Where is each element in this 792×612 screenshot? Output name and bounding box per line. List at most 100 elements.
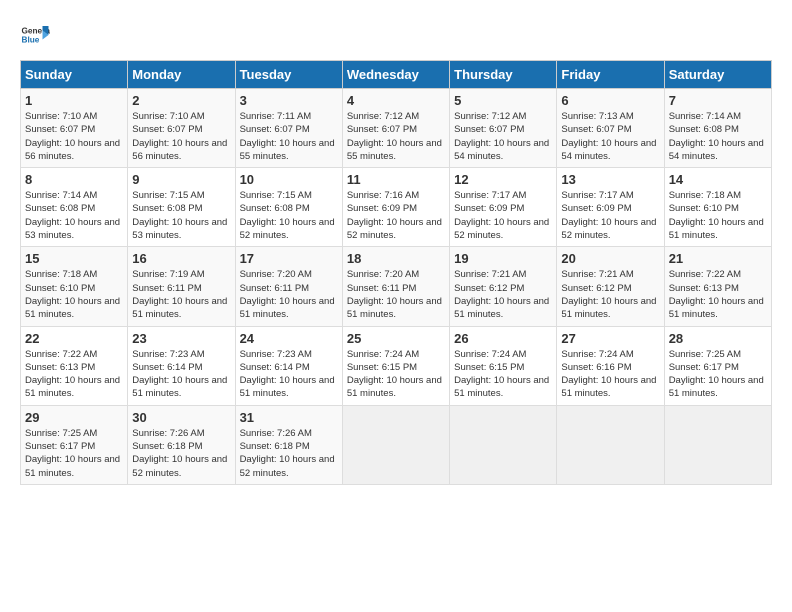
day-info: Sunrise: 7:10 AM Sunset: 6:07 PM Dayligh… bbox=[132, 110, 230, 163]
daylight-label: Daylight: 10 hours and 51 minutes. bbox=[240, 296, 335, 320]
day-info: Sunrise: 7:25 AM Sunset: 6:17 PM Dayligh… bbox=[669, 348, 767, 401]
day-number: 8 bbox=[25, 172, 123, 187]
sunrise-label: Sunrise: 7:15 AM bbox=[240, 190, 312, 201]
sunrise-label: Sunrise: 7:25 AM bbox=[25, 428, 97, 439]
sunrise-label: Sunrise: 7:22 AM bbox=[669, 269, 741, 280]
sunrise-label: Sunrise: 7:24 AM bbox=[561, 349, 633, 360]
day-number: 5 bbox=[454, 93, 552, 108]
sunset-label: Sunset: 6:15 PM bbox=[454, 362, 524, 373]
calendar-cell bbox=[664, 405, 771, 484]
calendar-cell: 28 Sunrise: 7:25 AM Sunset: 6:17 PM Dayl… bbox=[664, 326, 771, 405]
sunrise-label: Sunrise: 7:25 AM bbox=[669, 349, 741, 360]
calendar-cell: 14 Sunrise: 7:18 AM Sunset: 6:10 PM Dayl… bbox=[664, 168, 771, 247]
daylight-label: Daylight: 10 hours and 51 minutes. bbox=[25, 454, 120, 478]
day-info: Sunrise: 7:12 AM Sunset: 6:07 PM Dayligh… bbox=[454, 110, 552, 163]
sunrise-label: Sunrise: 7:22 AM bbox=[25, 349, 97, 360]
calendar-cell: 29 Sunrise: 7:25 AM Sunset: 6:17 PM Dayl… bbox=[21, 405, 128, 484]
day-number: 29 bbox=[25, 410, 123, 425]
sunrise-label: Sunrise: 7:24 AM bbox=[347, 349, 419, 360]
daylight-label: Daylight: 10 hours and 52 minutes. bbox=[240, 217, 335, 241]
calendar-cell bbox=[342, 405, 449, 484]
sunrise-label: Sunrise: 7:18 AM bbox=[669, 190, 741, 201]
calendar-cell: 26 Sunrise: 7:24 AM Sunset: 6:15 PM Dayl… bbox=[450, 326, 557, 405]
daylight-label: Daylight: 10 hours and 51 minutes. bbox=[561, 375, 656, 399]
sunrise-label: Sunrise: 7:12 AM bbox=[347, 111, 419, 122]
calendar-cell: 16 Sunrise: 7:19 AM Sunset: 6:11 PM Dayl… bbox=[128, 247, 235, 326]
day-info: Sunrise: 7:14 AM Sunset: 6:08 PM Dayligh… bbox=[669, 110, 767, 163]
daylight-label: Daylight: 10 hours and 54 minutes. bbox=[454, 138, 549, 162]
day-info: Sunrise: 7:25 AM Sunset: 6:17 PM Dayligh… bbox=[25, 427, 123, 480]
calendar-cell: 18 Sunrise: 7:20 AM Sunset: 6:11 PM Dayl… bbox=[342, 247, 449, 326]
daylight-label: Daylight: 10 hours and 53 minutes. bbox=[132, 217, 227, 241]
day-number: 3 bbox=[240, 93, 338, 108]
calendar-cell: 13 Sunrise: 7:17 AM Sunset: 6:09 PM Dayl… bbox=[557, 168, 664, 247]
sunrise-label: Sunrise: 7:19 AM bbox=[132, 269, 204, 280]
day-info: Sunrise: 7:17 AM Sunset: 6:09 PM Dayligh… bbox=[561, 189, 659, 242]
sunrise-label: Sunrise: 7:26 AM bbox=[132, 428, 204, 439]
day-number: 30 bbox=[132, 410, 230, 425]
calendar-cell: 3 Sunrise: 7:11 AM Sunset: 6:07 PM Dayli… bbox=[235, 89, 342, 168]
calendar-body: 1 Sunrise: 7:10 AM Sunset: 6:07 PM Dayli… bbox=[21, 89, 772, 485]
daylight-label: Daylight: 10 hours and 51 minutes. bbox=[669, 217, 764, 241]
logo-icon: General Blue bbox=[20, 20, 50, 50]
sunrise-label: Sunrise: 7:21 AM bbox=[454, 269, 526, 280]
daylight-label: Daylight: 10 hours and 51 minutes. bbox=[132, 296, 227, 320]
sunset-label: Sunset: 6:10 PM bbox=[669, 203, 739, 214]
sunrise-label: Sunrise: 7:13 AM bbox=[561, 111, 633, 122]
day-info: Sunrise: 7:24 AM Sunset: 6:15 PM Dayligh… bbox=[347, 348, 445, 401]
day-number: 2 bbox=[132, 93, 230, 108]
calendar-cell: 6 Sunrise: 7:13 AM Sunset: 6:07 PM Dayli… bbox=[557, 89, 664, 168]
daylight-label: Daylight: 10 hours and 52 minutes. bbox=[561, 217, 656, 241]
day-info: Sunrise: 7:18 AM Sunset: 6:10 PM Dayligh… bbox=[25, 268, 123, 321]
daylight-label: Daylight: 10 hours and 51 minutes. bbox=[25, 375, 120, 399]
sunset-label: Sunset: 6:13 PM bbox=[25, 362, 95, 373]
sunset-label: Sunset: 6:14 PM bbox=[132, 362, 202, 373]
weekday-header: Wednesday bbox=[342, 61, 449, 89]
day-info: Sunrise: 7:23 AM Sunset: 6:14 PM Dayligh… bbox=[240, 348, 338, 401]
calendar-cell bbox=[557, 405, 664, 484]
day-number: 14 bbox=[669, 172, 767, 187]
daylight-label: Daylight: 10 hours and 51 minutes. bbox=[669, 296, 764, 320]
sunset-label: Sunset: 6:08 PM bbox=[240, 203, 310, 214]
svg-text:Blue: Blue bbox=[22, 36, 40, 45]
sunset-label: Sunset: 6:08 PM bbox=[669, 124, 739, 135]
sunset-label: Sunset: 6:07 PM bbox=[240, 124, 310, 135]
day-info: Sunrise: 7:11 AM Sunset: 6:07 PM Dayligh… bbox=[240, 110, 338, 163]
sunrise-label: Sunrise: 7:15 AM bbox=[132, 190, 204, 201]
calendar-cell: 5 Sunrise: 7:12 AM Sunset: 6:07 PM Dayli… bbox=[450, 89, 557, 168]
daylight-label: Daylight: 10 hours and 56 minutes. bbox=[25, 138, 120, 162]
day-info: Sunrise: 7:26 AM Sunset: 6:18 PM Dayligh… bbox=[240, 427, 338, 480]
daylight-label: Daylight: 10 hours and 51 minutes. bbox=[561, 296, 656, 320]
day-number: 12 bbox=[454, 172, 552, 187]
daylight-label: Daylight: 10 hours and 51 minutes. bbox=[454, 296, 549, 320]
sunset-label: Sunset: 6:11 PM bbox=[240, 283, 310, 294]
weekday-header: Tuesday bbox=[235, 61, 342, 89]
weekday-header: Saturday bbox=[664, 61, 771, 89]
sunrise-label: Sunrise: 7:17 AM bbox=[454, 190, 526, 201]
daylight-label: Daylight: 10 hours and 51 minutes. bbox=[669, 375, 764, 399]
sunrise-label: Sunrise: 7:10 AM bbox=[132, 111, 204, 122]
sunset-label: Sunset: 6:07 PM bbox=[132, 124, 202, 135]
sunset-label: Sunset: 6:11 PM bbox=[132, 283, 202, 294]
daylight-label: Daylight: 10 hours and 51 minutes. bbox=[454, 375, 549, 399]
day-info: Sunrise: 7:20 AM Sunset: 6:11 PM Dayligh… bbox=[240, 268, 338, 321]
weekday-header: Friday bbox=[557, 61, 664, 89]
day-number: 16 bbox=[132, 251, 230, 266]
day-number: 13 bbox=[561, 172, 659, 187]
calendar-cell: 9 Sunrise: 7:15 AM Sunset: 6:08 PM Dayli… bbox=[128, 168, 235, 247]
calendar-week: 1 Sunrise: 7:10 AM Sunset: 6:07 PM Dayli… bbox=[21, 89, 772, 168]
calendar-week: 8 Sunrise: 7:14 AM Sunset: 6:08 PM Dayli… bbox=[21, 168, 772, 247]
day-number: 26 bbox=[454, 331, 552, 346]
daylight-label: Daylight: 10 hours and 54 minutes. bbox=[669, 138, 764, 162]
day-info: Sunrise: 7:17 AM Sunset: 6:09 PM Dayligh… bbox=[454, 189, 552, 242]
day-info: Sunrise: 7:24 AM Sunset: 6:16 PM Dayligh… bbox=[561, 348, 659, 401]
sunset-label: Sunset: 6:12 PM bbox=[561, 283, 631, 294]
sunrise-label: Sunrise: 7:17 AM bbox=[561, 190, 633, 201]
weekday-header: Sunday bbox=[21, 61, 128, 89]
day-info: Sunrise: 7:18 AM Sunset: 6:10 PM Dayligh… bbox=[669, 189, 767, 242]
sunrise-label: Sunrise: 7:11 AM bbox=[240, 111, 312, 122]
daylight-label: Daylight: 10 hours and 51 minutes. bbox=[25, 296, 120, 320]
calendar-cell: 17 Sunrise: 7:20 AM Sunset: 6:11 PM Dayl… bbox=[235, 247, 342, 326]
calendar-cell: 22 Sunrise: 7:22 AM Sunset: 6:13 PM Dayl… bbox=[21, 326, 128, 405]
weekday-header: Monday bbox=[128, 61, 235, 89]
